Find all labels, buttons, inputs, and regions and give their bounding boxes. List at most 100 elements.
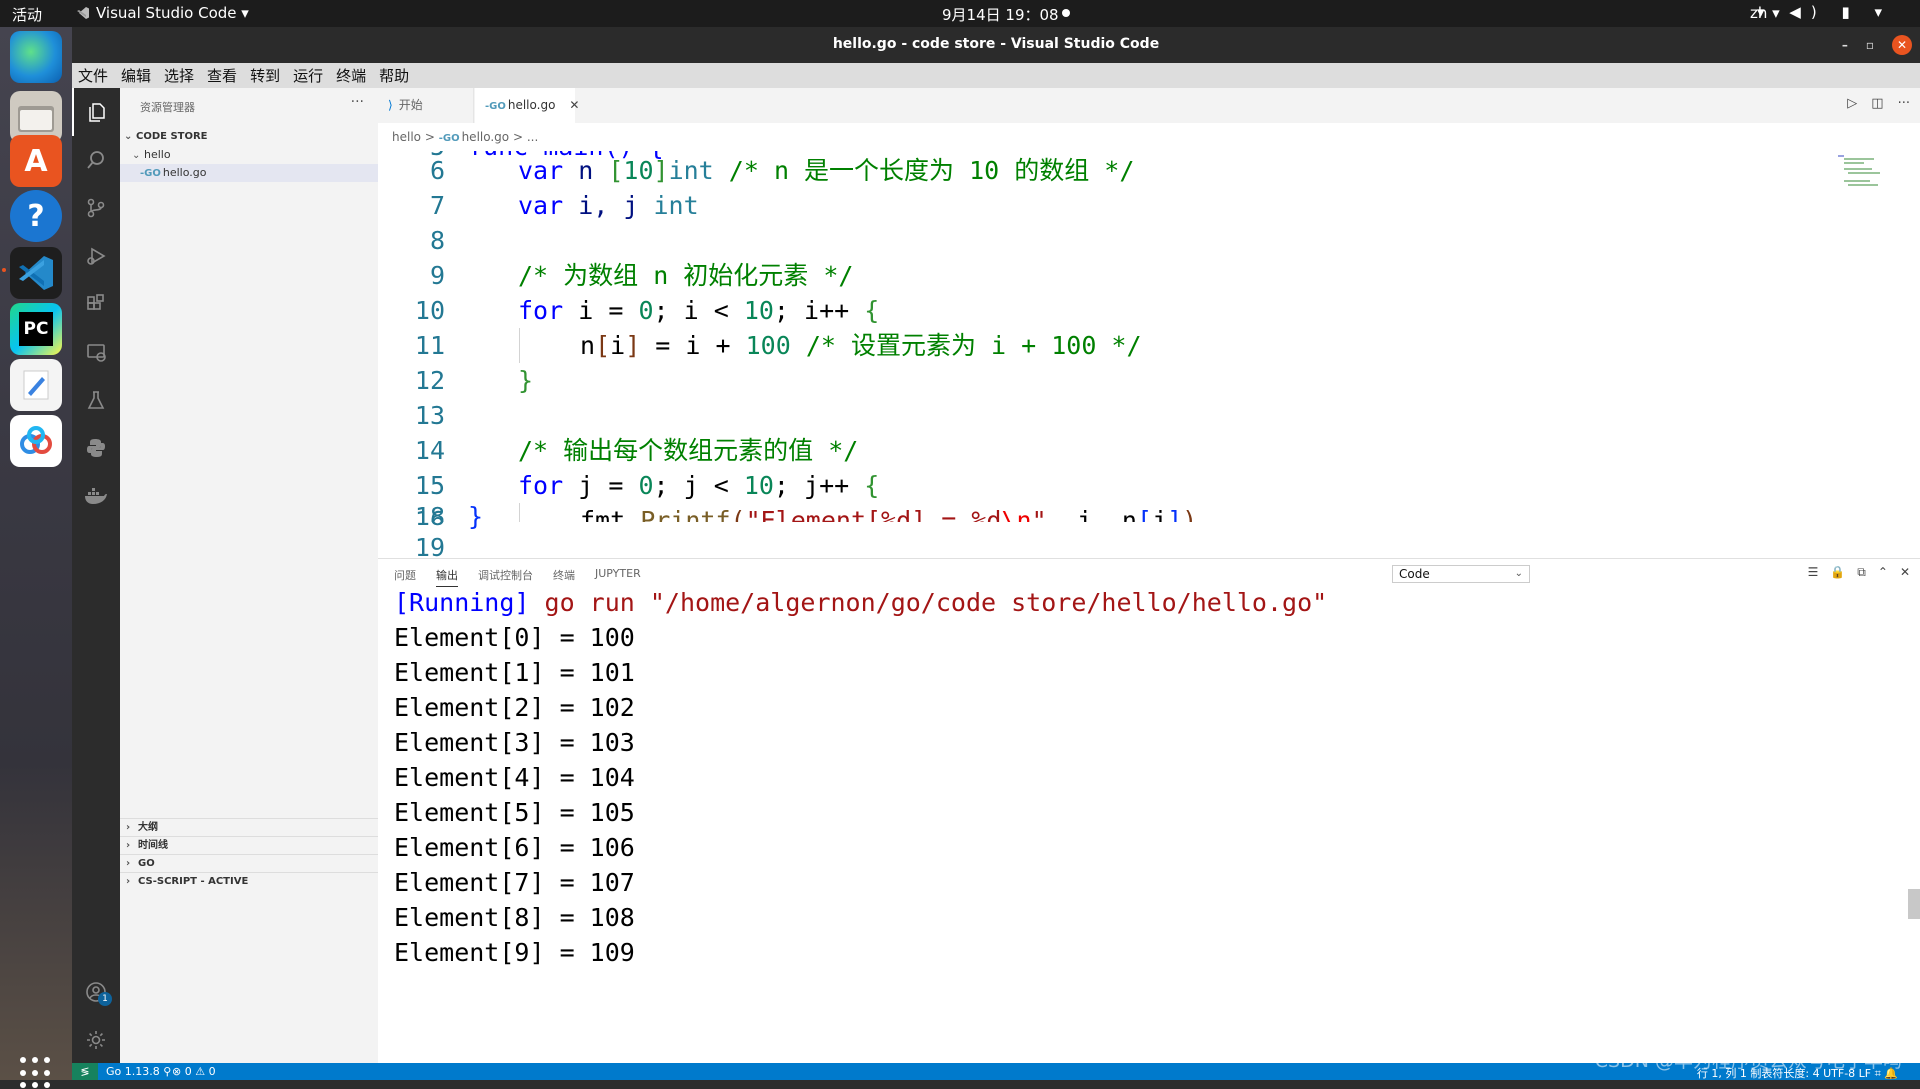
docker-icon[interactable]: [72, 472, 120, 520]
line-number: 14: [414, 436, 445, 465]
workspace-label: CODE STORE: [136, 131, 208, 142]
output-line-running: [Running] go run "/home/algernon/go/code…: [394, 588, 1328, 617]
menu-selection[interactable]: 选择: [164, 65, 194, 86]
section-outline[interactable]: › 大纲: [120, 818, 378, 836]
remote-explorer-icon[interactable]: [72, 328, 120, 376]
vscode-logo-icon: ⟩: [388, 98, 393, 112]
search-icon[interactable]: [72, 136, 120, 184]
section-go[interactable]: › GO: [120, 854, 378, 872]
section-timeline[interactable]: › 时间线: [120, 836, 378, 854]
workspace-root[interactable]: ⌄ CODE STORE: [120, 128, 378, 146]
chevron-down-icon: ⌄: [124, 131, 133, 142]
line-number: 9: [429, 261, 445, 290]
title-bar: hello.go - code store - Visual Studio Co…: [72, 27, 1920, 63]
maximize-button[interactable]: ▫: [1866, 38, 1874, 52]
more-actions-icon[interactable]: ···: [351, 94, 364, 110]
close-panel-icon[interactable]: ✕: [1900, 565, 1910, 580]
ubuntu-dock: A ? PC: [0, 27, 72, 1089]
indent-guide: [519, 328, 520, 363]
chevron-right-icon: ›: [126, 858, 131, 869]
show-applications-icon[interactable]: [20, 1057, 52, 1089]
menu-terminal[interactable]: 终端: [336, 65, 366, 86]
panel-tab-jupyter[interactable]: JUPYTER: [595, 567, 641, 587]
go-file-icon: -GO: [140, 168, 161, 179]
panel-tab-debug-console[interactable]: 调试控制台: [478, 567, 533, 587]
close-window-button[interactable]: ✕: [1892, 35, 1912, 55]
watermark: CSDN @华为程序员公众号电子羊吗: [1594, 1050, 1902, 1072]
software-center-icon[interactable]: A: [10, 135, 62, 187]
code-editor-tail[interactable]: 18} 19: [378, 502, 1920, 562]
running-indicator: [2, 268, 6, 272]
breadcrumb-symbol[interactable]: ...: [527, 130, 538, 144]
run-debug-icon[interactable]: [72, 232, 120, 280]
menu-file[interactable]: 文件: [78, 65, 108, 86]
code-editor[interactable]: 5func main() { 6var n [10]int /* n 是一个长度…: [378, 151, 1920, 558]
python-icon[interactable]: [72, 424, 120, 472]
clock[interactable]: 9月14日 19：08: [942, 4, 1059, 25]
file-hello-go[interactable]: -GO hello.go: [120, 164, 378, 182]
output-channel-select[interactable]: Code ⌄: [1392, 565, 1530, 583]
go-file-icon: -GO: [485, 101, 506, 112]
panel-tab-output[interactable]: 输出: [436, 567, 458, 587]
line-number: 8: [429, 226, 445, 255]
output-line: Element[5] = 105: [394, 798, 635, 827]
lock-scroll-icon[interactable]: 🔒: [1830, 565, 1845, 580]
menu-run[interactable]: 运行: [293, 65, 323, 86]
go-version-status[interactable]: Go 1.13.8 ⚲: [106, 1065, 171, 1078]
minimap[interactable]: [1838, 153, 1898, 189]
close-tab-icon[interactable]: ✕: [569, 98, 579, 112]
explorer-icon[interactable]: [72, 88, 120, 136]
folder-hello[interactable]: ⌄ hello: [120, 146, 378, 164]
menu-help[interactable]: 帮助: [379, 65, 409, 86]
section-cs-script[interactable]: › CS-SCRIPT - ACTIVE: [120, 872, 378, 890]
edge-browser-icon[interactable]: [10, 31, 62, 83]
testing-icon[interactable]: [72, 376, 120, 424]
clear-output-icon[interactable]: ☰: [1808, 565, 1819, 580]
panel-scrollbar[interactable]: [1908, 889, 1920, 919]
panel-tab-terminal[interactable]: 终端: [553, 567, 575, 587]
extensions-icon[interactable]: [72, 280, 120, 328]
line-number: 12: [414, 366, 445, 395]
output-line: Element[4] = 104: [394, 763, 635, 792]
vscode-dock-icon[interactable]: [10, 247, 62, 299]
explorer-title: 资源管理器: [140, 101, 195, 114]
maximize-panel-icon[interactable]: ⌃: [1878, 565, 1888, 580]
minimize-button[interactable]: –: [1842, 38, 1848, 52]
text-editor-icon[interactable]: [10, 359, 62, 411]
chevron-down-icon: ⌄: [132, 150, 141, 161]
file-label: hello.go: [162, 166, 207, 179]
tab-start[interactable]: ⟩ 开始: [378, 88, 474, 123]
pycharm-label: PC: [19, 312, 53, 346]
remote-indicator[interactable]: ≶: [72, 1063, 98, 1080]
gear-icon[interactable]: [72, 1016, 120, 1064]
more-actions-icon[interactable]: ···: [1898, 96, 1910, 111]
menu-bar: 文件 编辑 选择 查看 转到 运行 终端 帮助: [72, 63, 1920, 88]
menu-view[interactable]: 查看: [207, 65, 237, 86]
system-tray[interactable]: ▾ ◀) ▮ ▾: [1757, 3, 1892, 21]
output-line: Element[1] = 101: [394, 658, 635, 687]
breadcrumb-folder[interactable]: hello: [392, 130, 421, 144]
tab-hello-go[interactable]: -GO hello.go ✕: [475, 88, 579, 123]
menu-go[interactable]: 转到: [250, 65, 280, 86]
baidu-netdisk-icon[interactable]: [10, 415, 62, 467]
account-icon[interactable]: 1: [72, 968, 120, 1016]
panel-tabs: 问题 输出 调试控制台 终端 JUPYTER: [394, 567, 641, 587]
problems-status[interactable]: ⊗ 0 ⚠ 0: [172, 1065, 216, 1078]
editor-tabs: ⟩ 开始 -GO hello.go ✕ ▷ ◫ ···: [378, 88, 1920, 123]
output-line: Element[6] = 106: [394, 833, 635, 862]
menu-edit[interactable]: 编辑: [121, 65, 151, 86]
activities-button[interactable]: 活动: [12, 4, 42, 25]
open-in-editor-icon[interactable]: ⧉: [1857, 565, 1866, 580]
breadcrumb-file[interactable]: hello.go: [462, 130, 510, 144]
help-icon[interactable]: ?: [10, 190, 62, 242]
split-editor-icon[interactable]: ◫: [1871, 96, 1883, 111]
output-line: Element[3] = 103: [394, 728, 635, 757]
line-number: 18: [414, 502, 445, 531]
explorer-sidebar: 资源管理器 ··· ⌄ CODE STORE ⌄ hello -GO hello.go…: [120, 88, 378, 1063]
source-control-icon[interactable]: [72, 184, 120, 232]
panel-tab-problems[interactable]: 问题: [394, 567, 416, 587]
app-menu[interactable]: Visual Studio Code ▾: [76, 4, 249, 22]
output-line: Element[9] = 109: [394, 938, 635, 967]
run-code-icon[interactable]: ▷: [1847, 96, 1857, 111]
pycharm-icon[interactable]: PC: [10, 303, 62, 355]
